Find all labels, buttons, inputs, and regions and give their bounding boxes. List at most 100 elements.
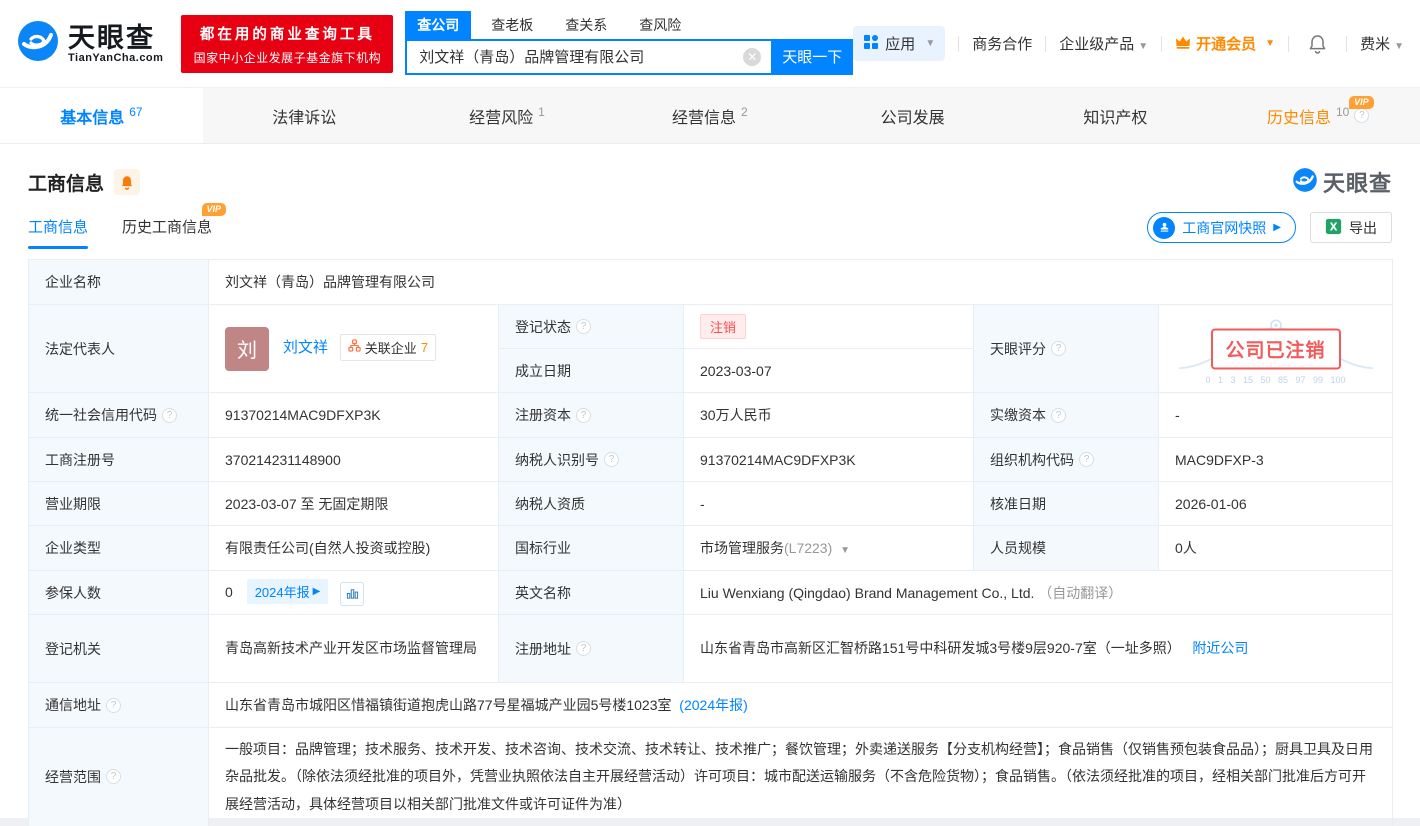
help-icon[interactable]: ?: [162, 407, 177, 423]
chevron-down-icon: ▼: [1394, 41, 1404, 52]
export-button[interactable]: X 导出: [1310, 212, 1392, 243]
user-menu[interactable]: 费米 ▼: [1360, 33, 1404, 54]
annual-report-badge[interactable]: 2024年报 ▶: [246, 579, 329, 605]
tab-history-info[interactable]: VIP 历史信息 10 ?: [1217, 88, 1420, 143]
tab-operating-risk[interactable]: 经营风险 1: [406, 88, 609, 143]
deregistered-stamp: 公司已注销: [1210, 328, 1341, 369]
tianyancha-eye-icon: [16, 19, 60, 68]
tab-company-development[interactable]: 公司发展: [811, 88, 1014, 143]
field-label-business-term: 营业期限: [28, 481, 209, 526]
field-value-reg-address: 山东省青岛市高新区汇智桥路151号中科研发城3号楼9层920-7室（一址多照） …: [682, 614, 1394, 683]
field-value-company-name: 刘文祥（青岛）品牌管理有限公司: [207, 259, 1394, 305]
nearby-companies-link[interactable]: 附近公司: [1192, 640, 1248, 656]
business-info-table: 企业名称 刘文祥（青岛）品牌管理有限公司 法定代表人 刘 刘文祥 关联企业 7 …: [28, 259, 1394, 826]
logo-brand-text: 天眼查: [68, 22, 155, 53]
chevron-down-icon: ▼: [925, 38, 936, 49]
field-label-company-name: 企业名称: [28, 259, 209, 305]
legal-rep-avatar[interactable]: 刘: [225, 326, 269, 371]
official-snapshot-button[interactable]: 工商官网快照 ▶: [1147, 212, 1296, 243]
field-value-taxpayer-quality: -: [683, 481, 974, 526]
search-tab-risk[interactable]: 查风险: [627, 11, 693, 39]
field-label-business-scope: 经营范围?: [28, 727, 209, 826]
field-value-reg-capital: 30万人民币: [683, 392, 974, 438]
table-row: 企业名称 刘文祥（青岛）品牌管理有限公司: [28, 259, 1394, 305]
field-value-company-type: 有限责任公司(自然人投资或控股): [208, 525, 499, 571]
field-label-reg-address: 注册地址?: [498, 614, 684, 683]
field-value-approval-date: 2026-01-06: [1157, 481, 1394, 526]
field-label-reg-capital: 注册资本?: [498, 392, 684, 438]
tianyancha-company-page: 天眼查 TianYanCha.com 都在用的商业查询工具 国家中小企业发展子基…: [0, 0, 1420, 826]
slogan-line-2: 国家中小企业发展子基金旗下机构: [193, 50, 382, 65]
field-label-org-code: 组织机构代码?: [973, 437, 1159, 482]
tab-legal-proceedings[interactable]: 法律诉讼: [203, 88, 406, 143]
search-tab-company[interactable]: 查公司: [405, 10, 472, 39]
watermark-logo: 天眼查: [1292, 166, 1392, 198]
field-label-company-type: 企业类型: [28, 525, 209, 571]
slogan-banner: 都在用的商业查询工具 国家中小企业发展子基金旗下机构: [181, 14, 394, 73]
apps-menu[interactable]: 应用 ▼: [853, 26, 946, 61]
search-tab-boss[interactable]: 查老板: [479, 11, 545, 39]
chevron-down-icon: ▼: [1138, 41, 1149, 52]
field-value-taxpayer-id: 91370214MAC9DFXP3K: [683, 437, 974, 482]
subtab-business-info[interactable]: 工商信息: [28, 216, 89, 249]
field-value-org-code: MAC9DFXP-3: [1157, 437, 1394, 482]
section-title: 工商信息: [28, 173, 105, 195]
search-button[interactable]: 天眼一下: [771, 38, 854, 75]
field-label-taxpayer-quality: 纳税人资质: [498, 481, 684, 526]
crown-icon: [1175, 35, 1191, 53]
field-value-legal-rep: 刘 刘文祥 关联企业 7: [208, 304, 499, 393]
svg-text:X: X: [1330, 222, 1338, 233]
field-value-mail-address: 山东省青岛市城阳区惜福镇街道抱虎山路77号星福城产业园5号楼1023室 (202…: [207, 682, 1394, 728]
search-input[interactable]: [405, 38, 772, 75]
field-value-reg-status: 注销: [683, 304, 974, 349]
clear-search-icon[interactable]: ✕: [743, 47, 762, 66]
help-icon[interactable]: ?: [576, 319, 591, 334]
nav-enterprise-products[interactable]: 企业级产品 ▼: [1059, 33, 1148, 54]
nav-open-vip[interactable]: 开通会员 ▼: [1175, 33, 1275, 54]
main-tab-bar: 基本信息 67 法律诉讼 经营风险 1 经营信息 2 公司发展 知识产权 VIP 历史…: [0, 88, 1420, 144]
tab-basic-info[interactable]: 基本信息 67: [0, 88, 203, 143]
help-icon[interactable]: ?: [106, 697, 121, 713]
search-block: 查公司 查老板 查关系 查风险 ✕ 天眼一下: [405, 10, 854, 75]
notifications-bell-icon[interactable]: [1308, 34, 1327, 54]
field-label-credit-code: 统一社会信用代码?: [28, 392, 209, 438]
table-row: 营业期限 2023-03-07 至 无固定期限 纳税人资质 - 核准日期 202…: [28, 481, 1394, 526]
tianyancha-logo[interactable]: 天眼查 TianYanCha.com: [16, 19, 163, 68]
legal-rep-name-link[interactable]: 刘文祥: [283, 339, 328, 356]
monitor-bell-icon[interactable]: [114, 169, 141, 195]
related-companies-badge[interactable]: 关联企业 7: [339, 333, 437, 361]
logo-domain-text: TianYanCha.com: [68, 51, 164, 64]
help-icon[interactable]: ?: [604, 452, 619, 467]
help-icon[interactable]: ?: [1079, 452, 1094, 467]
table-row: 登记机关 青岛高新技术产业开发区市场监督管理局 注册地址? 山东省青岛市高新区汇…: [28, 614, 1394, 683]
chevron-right-icon: ▶: [1273, 222, 1281, 233]
search-tab-relation[interactable]: 查关系: [553, 11, 619, 39]
help-icon[interactable]: ?: [1051, 407, 1066, 423]
excel-icon: X: [1325, 218, 1342, 238]
annual-report-link[interactable]: (2024年报): [679, 697, 747, 713]
trend-chart-icon[interactable]: [340, 581, 365, 606]
slogan-line-1: 都在用的商业查询工具: [199, 26, 375, 43]
vip-badge: VIP: [201, 203, 227, 216]
help-icon[interactable]: ?: [1354, 108, 1370, 123]
table-row: 工商注册号 370214231148900 纳税人识别号? 91370214MA…: [28, 437, 1394, 482]
chevron-down-icon: ▼: [1265, 38, 1276, 49]
field-label-tyc-score: 天眼评分?: [973, 304, 1159, 393]
field-label-industry: 国标行业: [498, 525, 684, 571]
field-value-establish-date: 2023-03-07: [683, 348, 974, 393]
score-axis-labels: 0 1 3 15 50 85 97 99 100: [1205, 375, 1346, 385]
help-icon[interactable]: ?: [576, 407, 591, 423]
help-icon[interactable]: ?: [106, 769, 121, 785]
table-row: 法定代表人 刘 刘文祥 关联企业 7 登记状态 ? 注销 天眼评分 ? 0 1 …: [28, 304, 1394, 393]
field-label-approval-date: 核准日期: [973, 481, 1159, 526]
tab-operating-info[interactable]: 经营信息 2: [608, 88, 811, 143]
field-value-business-term: 2023-03-07 至 无固定期限: [208, 481, 499, 526]
field-label-taxpayer-id: 纳税人识别号?: [498, 437, 684, 482]
help-icon[interactable]: ?: [576, 641, 591, 656]
subtab-history-business-info[interactable]: VIP 历史工商信息: [122, 203, 227, 249]
nav-business-cooperation[interactable]: 商务合作: [972, 33, 1032, 54]
tianyancha-eye-icon: [1292, 167, 1318, 198]
tab-intellectual-property[interactable]: 知识产权: [1014, 88, 1217, 143]
help-icon[interactable]: ?: [1051, 341, 1066, 356]
chevron-down-icon[interactable]: ▼: [840, 545, 850, 556]
